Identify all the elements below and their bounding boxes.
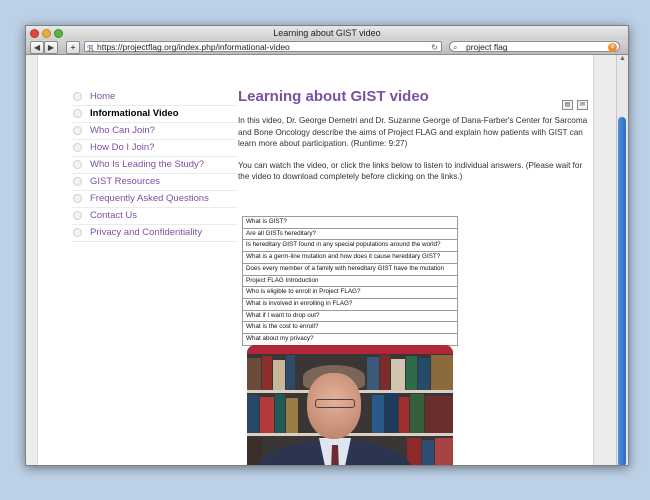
search-field[interactable]: ⌕ project flag ⊛ [449, 41, 620, 52]
table-row: What if I want to drop out? [242, 309, 458, 323]
table-row: Are all GISTs hereditary? [242, 227, 458, 241]
sidebar-item-label: Informational Video [90, 108, 179, 119]
sidebar-item-gist-resources[interactable]: GIST Resources [72, 174, 238, 191]
video-player[interactable] [247, 345, 453, 465]
sidebar-item-how-do-i-join[interactable]: How Do I Join? [72, 140, 238, 157]
url-text: https://projectflag.org/index.php/inform… [97, 42, 290, 52]
sidebar-item-home[interactable]: Home [72, 89, 238, 106]
sidebar-item-contact-us[interactable]: Contact Us [72, 208, 238, 225]
page-title: Learning about GIST video [238, 88, 429, 105]
scroll-up-icon[interactable]: ▲ [617, 55, 628, 67]
web-viewport: Home Informational Video Who Can Join? H… [26, 55, 628, 465]
question-link[interactable]: Project FLAG Introduction [242, 274, 458, 288]
sidebar-item-label: Privacy and Confidentiality [90, 227, 202, 238]
sidebar-item-label: Who Can Join? [90, 125, 155, 136]
email-icon[interactable]: ✉ [577, 100, 588, 110]
sidebar-item-label: GIST Resources [90, 176, 161, 187]
table-row: What about my privacy? [242, 333, 458, 346]
search-engine-icon[interactable]: ⊛ [608, 43, 617, 52]
question-link[interactable]: What about my privacy? [242, 333, 458, 346]
browser-toolbar: ◀ ▶ + ℜ https://projectflag.org/index.ph… [26, 40, 628, 55]
table-row: What is the cost to enroll? [242, 321, 458, 335]
question-link[interactable]: What is a germ-line mutation and how doe… [242, 251, 458, 264]
question-link[interactable]: What if I want to drop out? [242, 309, 458, 323]
sidebar-nav: Home Informational Video Who Can Join? H… [72, 89, 238, 242]
nav-bullet-icon [73, 92, 82, 101]
sidebar-item-label: Who Is Leading the Study? [90, 159, 205, 170]
back-button[interactable]: ◀ [30, 41, 44, 54]
vertical-scrollbar[interactable]: ▲ [616, 55, 628, 465]
table-row: Is hereditary GIST found in any special … [242, 239, 458, 253]
back-arrow-icon: ◀ [33, 43, 41, 52]
plus-icon: + [70, 43, 76, 52]
nav-bullet-icon [73, 228, 82, 237]
nav-bullet-icon [73, 109, 82, 118]
sidebar-item-faq[interactable]: Frequently Asked Questions [72, 191, 238, 208]
window-title: Learning about GIST video [273, 28, 381, 38]
question-link[interactable]: Are all GISTs hereditary? [242, 227, 458, 241]
browser-window: Learning about GIST video ◀ ▶ + ℜ https:… [25, 25, 629, 466]
table-row: What is GIST? [242, 216, 458, 229]
forward-arrow-icon: ▶ [47, 43, 55, 52]
zoom-window-button[interactable] [54, 29, 63, 38]
question-link[interactable]: Who is eligible to enroll in Project FLA… [242, 286, 458, 299]
reload-icon[interactable]: ↻ [431, 42, 438, 53]
question-link[interactable]: Is hereditary GIST found in any special … [242, 239, 458, 253]
address-bar[interactable]: ℜ https://projectflag.org/index.php/info… [84, 41, 442, 53]
add-bookmark-button[interactable]: + [66, 41, 80, 54]
minimize-window-button[interactable] [42, 29, 51, 38]
table-row: Does every member of a family with hered… [242, 262, 458, 276]
sidebar-item-label: Contact Us [90, 210, 137, 221]
question-link[interactable]: What is involved in enrolling in FLAG? [242, 297, 458, 311]
video-top-band [247, 345, 453, 354]
nav-bullet-icon [73, 160, 82, 169]
site-favicon-icon: ℜ [87, 44, 94, 53]
nav-bullet-icon [73, 177, 82, 186]
main-content: Learning about GIST video ▤ ✉ In this vid… [238, 87, 588, 465]
forward-button[interactable]: ▶ [44, 41, 58, 54]
sidebar-item-who-is-leading[interactable]: Who Is Leading the Study? [72, 157, 238, 174]
table-row: Project FLAG Introduction [242, 274, 458, 288]
nav-bullet-icon [73, 211, 82, 220]
search-icon: ⌕ [453, 43, 458, 52]
question-link[interactable]: Does every member of a family with hered… [242, 262, 458, 276]
nav-bullet-icon [73, 126, 82, 135]
question-links-table: What is GIST? Are all GISTs hereditary? … [242, 216, 458, 346]
scrollbar-thumb[interactable] [618, 117, 626, 465]
table-row: What is involved in enrolling in FLAG? [242, 297, 458, 311]
nav-bullet-icon [73, 143, 82, 152]
intro-paragraph: In this video, Dr. George Demetri and Dr… [238, 116, 588, 148]
instructions-paragraph: You can watch the video, or click the li… [238, 160, 583, 182]
print-icon[interactable]: ▤ [562, 100, 573, 110]
nav-bullet-icon [73, 194, 82, 203]
web-page: Home Informational Video Who Can Join? H… [37, 55, 594, 465]
table-row: Who is eligible to enroll in Project FLA… [242, 286, 458, 299]
sidebar-item-informational-video[interactable]: Informational Video [72, 106, 238, 123]
sidebar-item-privacy[interactable]: Privacy and Confidentiality [72, 225, 238, 242]
sidebar-item-label: Frequently Asked Questions [90, 193, 209, 204]
close-window-button[interactable] [30, 29, 39, 38]
table-row: What is a germ-line mutation and how doe… [242, 251, 458, 264]
sidebar-item-label: How Do I Join? [90, 142, 155, 153]
question-link[interactable]: What is the cost to enroll? [242, 321, 458, 335]
question-link[interactable]: What is GIST? [242, 216, 458, 229]
search-value: project flag [466, 42, 508, 52]
page-tools: ▤ ✉ [558, 93, 588, 111]
sidebar-item-label: Home [90, 91, 116, 102]
title-bar: Learning about GIST video [26, 26, 628, 40]
sidebar-item-who-can-join[interactable]: Who Can Join? [72, 123, 238, 140]
